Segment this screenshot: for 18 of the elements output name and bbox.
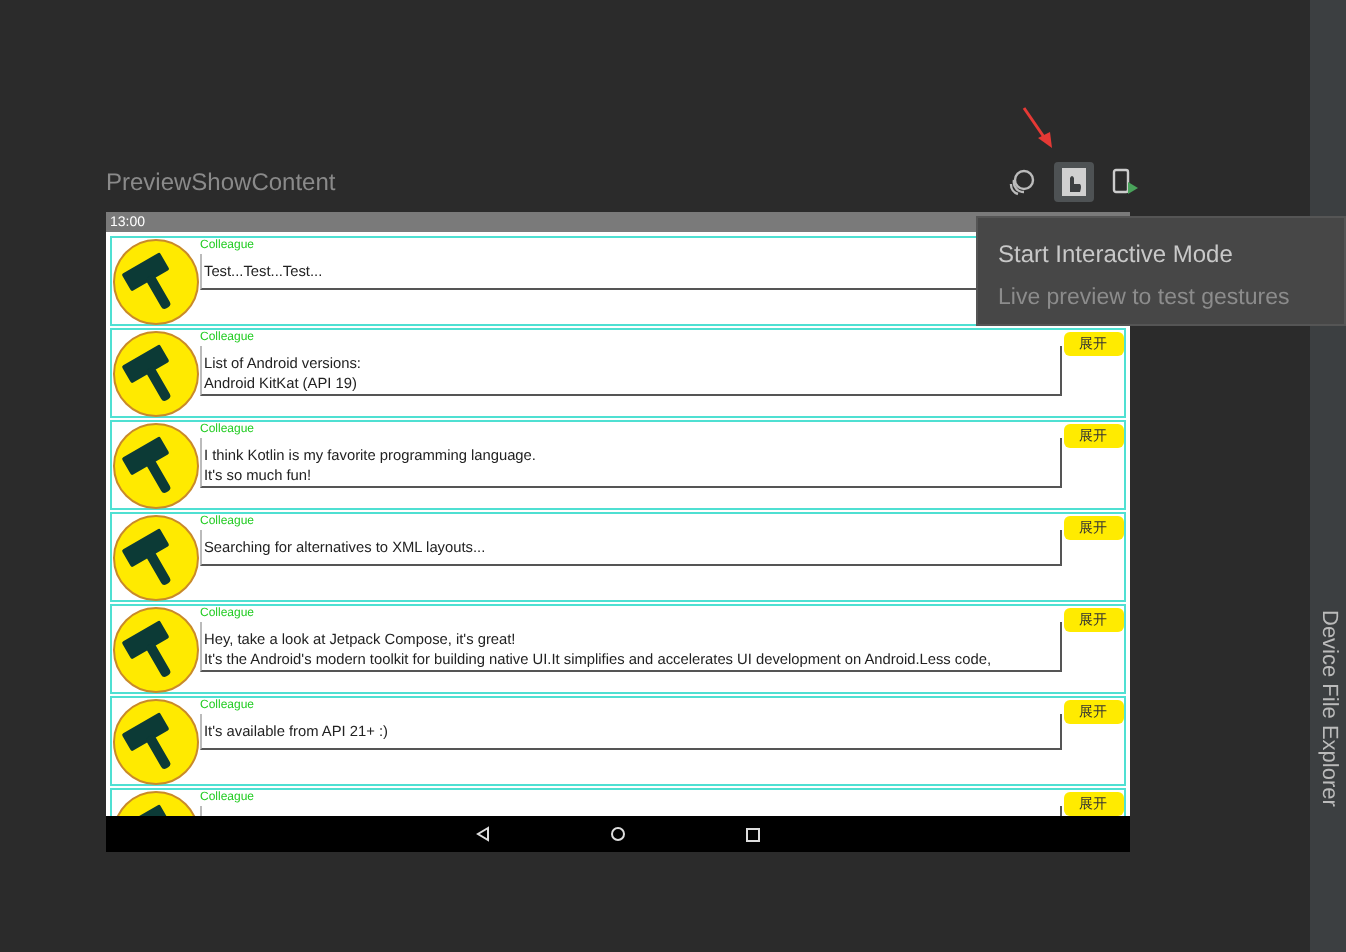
hammer-avatar [112,238,200,326]
hammer-avatar [112,698,200,786]
preview-title: PreviewShowContent [106,166,336,200]
hammer-avatar [112,606,200,694]
hammer-avatar [112,330,200,418]
home-icon[interactable] [610,826,626,842]
device-file-explorer-tab[interactable]: Device File Explorer [1311,610,1345,807]
hammer-avatar [112,422,200,510]
tooltip-subtitle: Live preview to test gestures [998,284,1292,314]
tooltip-title: Start Interactive Mode [998,238,1235,272]
back-icon[interactable] [476,826,490,842]
phone-run-icon [1112,168,1140,196]
hammer-avatar [112,514,200,602]
arrow-annotation [1022,106,1054,150]
toolbar-button[interactable] [1054,162,1094,202]
overview-icon[interactable] [746,827,760,841]
hand-icon [1062,168,1086,196]
layers-icon [1008,168,1036,196]
